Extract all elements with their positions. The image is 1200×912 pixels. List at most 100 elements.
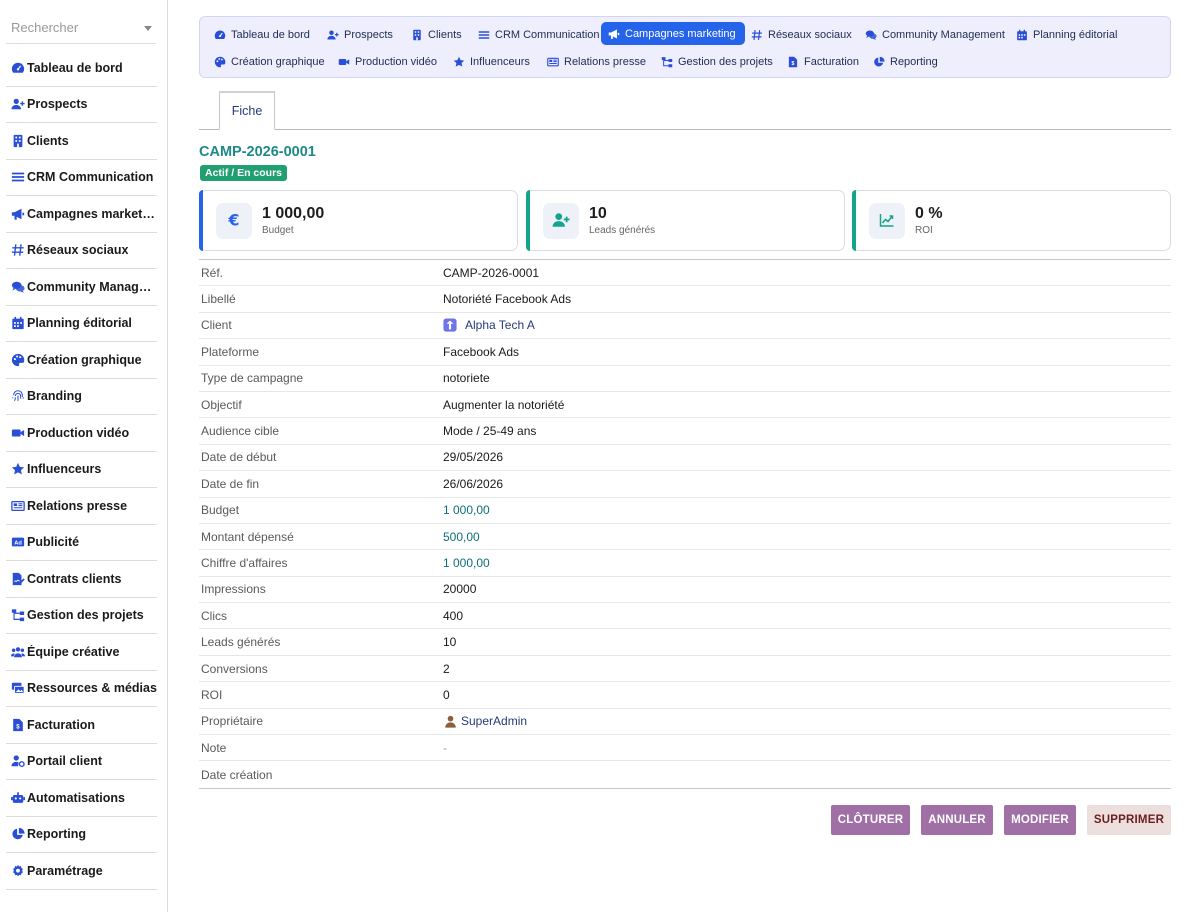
- kpi-label: Leads générés: [589, 225, 656, 236]
- fingerprint-icon: [10, 388, 26, 404]
- detail-row: Leads générés 10: [199, 629, 1171, 656]
- nav-item-label: Facturation: [804, 55, 860, 68]
- detail-key: Propriétaire: [201, 714, 264, 729]
- detail-row: Conversions 2: [199, 656, 1171, 683]
- sitemap-icon: [10, 607, 26, 623]
- sidebar-item-11[interactable]: Production vidéo: [6, 415, 157, 452]
- sidebar-item-20[interactable]: Portail client: [6, 744, 157, 780]
- sidebar-item-16[interactable]: Gestion des projets: [6, 598, 157, 634]
- nav-item-10[interactable]: Production vidéo: [331, 50, 446, 73]
- detail-value: 20000: [443, 582, 477, 597]
- building-icon: [410, 28, 424, 42]
- sidebar-menu: Tableau de bord Prospects Clients CRM Commu…: [6, 50, 157, 890]
- sidebar-item-23[interactable]: Paramétrage: [6, 853, 157, 890]
- sidebar-item-22[interactable]: Reporting: [6, 817, 157, 853]
- nav-item-14[interactable]: $ Facturation: [780, 50, 868, 73]
- sidebar-item-2[interactable]: Prospects: [6, 87, 157, 123]
- sidebar-item-label: Tableau de bord: [27, 60, 123, 75]
- nav-item-12[interactable]: Relations presse: [540, 50, 655, 73]
- sidebar-item-label: Paramétrage: [27, 863, 103, 878]
- kpi-icon-box: €: [216, 203, 252, 239]
- detail-value: Facebook Ads: [443, 344, 520, 359]
- nav-item-2[interactable]: Prospects: [320, 23, 402, 46]
- sidebar-item-6[interactable]: Réseaux sociaux: [6, 233, 157, 269]
- chart-pie-icon: [10, 826, 26, 842]
- sidebar-item-19[interactable]: $ Facturation: [6, 707, 157, 744]
- nav-item-4[interactable]: CRM Communication: [471, 23, 609, 46]
- users-icon: [10, 644, 26, 660]
- sidebar-item-8[interactable]: Planning éditorial: [6, 306, 157, 342]
- sidebar-item-5[interactable]: Campagnes marketing: [6, 196, 157, 233]
- nav-item-6[interactable]: Réseaux sociaux: [744, 23, 861, 46]
- nav-item-label: Planning éditorial: [1033, 28, 1118, 41]
- detail-table: Réf. CAMP-2026-0001 Libellé Notoriété Faceb…: [199, 259, 1171, 789]
- detail-key: Montant dépensé: [201, 529, 294, 544]
- nav-item-1[interactable]: Tableau de bord: [207, 23, 319, 46]
- sidebar-item-12[interactable]: Influenceurs: [6, 452, 157, 488]
- nav-item-5[interactable]: Campagnes marketing: [601, 22, 745, 45]
- bars-icon: [477, 28, 491, 42]
- nav-item-8[interactable]: Planning éditorial: [1009, 23, 1126, 46]
- detail-key: ROI: [201, 687, 223, 702]
- detail-row: Client Alpha Tech A: [199, 313, 1171, 340]
- kpi-card-leads: 10 Leads générés: [526, 190, 845, 251]
- sidebar-item-label: Ressources & médias: [27, 681, 157, 696]
- detail-key: Chiffre d'affaires: [201, 555, 288, 570]
- sidebar-item-17[interactable]: Équipe créative: [6, 634, 157, 671]
- sidebar-item-21[interactable]: Automatisations: [6, 780, 157, 817]
- tab-fiche[interactable]: Fiche: [219, 91, 275, 130]
- detail-key: Impressions: [201, 582, 266, 597]
- kpi-card-budget: € 1 000,00 Budget: [199, 190, 518, 251]
- nav-item-13[interactable]: Gestion des projets: [654, 50, 782, 73]
- nav-item-9[interactable]: Création graphique: [207, 50, 334, 73]
- edit-button[interactable]: MODIFIER: [1004, 805, 1076, 835]
- kpi-accent-bar: [199, 190, 203, 251]
- bars-icon: [10, 169, 26, 185]
- nav-item-3[interactable]: Clients: [404, 23, 471, 46]
- close-campaign-button[interactable]: CLÔTURER: [831, 805, 910, 835]
- file-signature-icon: [10, 571, 26, 587]
- nav-item-11[interactable]: Influenceurs: [446, 50, 539, 73]
- comments-icon: [10, 279, 26, 295]
- sidebar-item-label: Gestion des projets: [27, 608, 144, 623]
- sidebar-item-1[interactable]: Tableau de bord: [6, 50, 157, 87]
- svg-text:$: $: [16, 723, 20, 730]
- sidebar-item-14[interactable]: Ad Publicité: [6, 525, 157, 561]
- nav-item-label: Clients: [428, 28, 462, 41]
- cancel-button[interactable]: ANNULER: [921, 805, 993, 835]
- user-plus-icon: [552, 211, 570, 232]
- detail-key: Leads générés: [201, 635, 281, 650]
- kpi-accent-bar: [852, 190, 856, 251]
- detail-key: Date de début: [201, 450, 277, 465]
- sidebar-item-7[interactable]: Community Management: [6, 269, 157, 306]
- nav-item-label: Production vidéo: [355, 55, 437, 68]
- detail-row: Propriétaire SuperAdmin: [199, 709, 1171, 736]
- svg-text:€: €: [228, 211, 240, 229]
- sidebar-item-10[interactable]: Branding: [6, 379, 157, 415]
- sidebar-item-15[interactable]: Contrats clients: [6, 561, 157, 598]
- nav-item-15[interactable]: Reporting: [866, 50, 947, 73]
- delete-button[interactable]: SUPPRIMER: [1087, 805, 1171, 835]
- detail-row: Objectif Augmenter la notoriété: [199, 392, 1171, 419]
- sidebar-item-9[interactable]: Création graphique: [6, 342, 157, 379]
- detail-value: 1 000,00: [443, 555, 490, 570]
- detail-row: Date création: [199, 761, 1171, 787]
- sidebar-item-18[interactable]: Ressources & médias: [6, 671, 157, 707]
- detail-row: Montant dépensé 500,00: [199, 524, 1171, 551]
- kpi-value: 1 000,00: [262, 205, 325, 222]
- sidebar-item-label: Campagnes marketing: [27, 206, 157, 221]
- sidebar-item-4[interactable]: CRM Communication: [6, 160, 157, 196]
- nav-item-7[interactable]: Community Management: [858, 23, 1014, 46]
- sidebar-item-label: Branding: [27, 389, 82, 404]
- sidebar-item-3[interactable]: Clients: [6, 123, 157, 160]
- detail-row: Type de campagne notoriete: [199, 366, 1171, 392]
- sidebar-item-13[interactable]: Relations presse: [6, 488, 157, 525]
- nav-item-label: Community Management: [882, 28, 1005, 41]
- owner-link[interactable]: SuperAdmin: [461, 714, 527, 728]
- record-reference: CAMP-2026-0001: [199, 144, 316, 160]
- chevron-down-icon[interactable]: [144, 26, 152, 31]
- detail-row: Plateforme Facebook Ads: [199, 339, 1171, 366]
- client-link[interactable]: Alpha Tech A: [465, 318, 535, 332]
- search-box[interactable]: [6, 14, 156, 44]
- search-input[interactable]: [11, 20, 136, 35]
